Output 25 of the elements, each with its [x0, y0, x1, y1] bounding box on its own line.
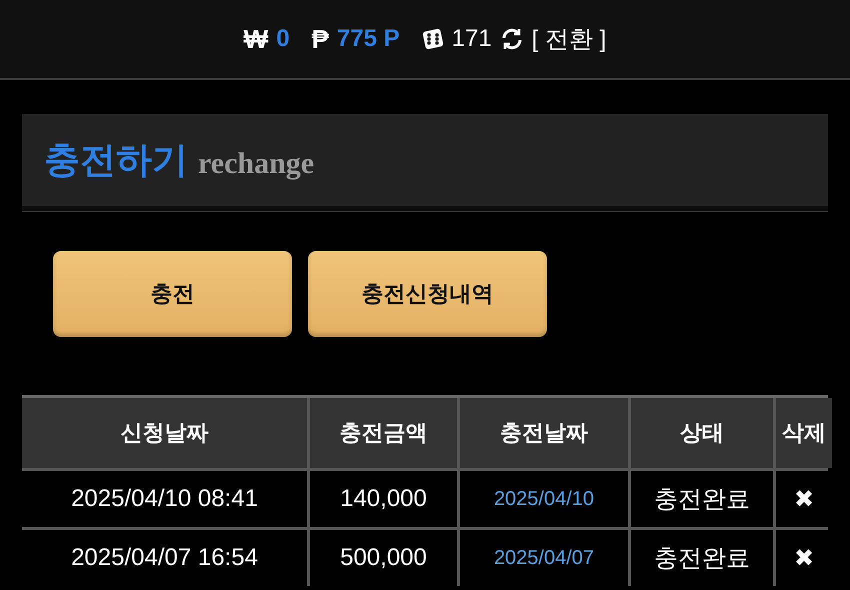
- column-header: 신청날짜: [22, 398, 307, 468]
- refresh-icon[interactable]: [500, 27, 524, 51]
- table-cell: 140,000: [310, 471, 457, 527]
- page-subtitle: rechange: [198, 147, 314, 181]
- won-balance: 0: [276, 25, 290, 53]
- table-cell: 500,000: [310, 530, 457, 586]
- won-symbol: ₩: [244, 24, 268, 54]
- switch-link[interactable]: [ 전환 ]: [532, 23, 606, 55]
- table-cell: 2025/04/07: [460, 530, 628, 586]
- column-header: 삭제: [776, 398, 832, 468]
- table-cell: 충전완료: [631, 471, 773, 527]
- dice-icon: [422, 28, 444, 50]
- column-header: 충전날짜: [460, 398, 628, 468]
- table-cell: 2025/04/07 16:54: [22, 530, 307, 586]
- table-cell: 충전완료: [631, 530, 773, 586]
- chip-count: 171: [452, 25, 492, 53]
- point-balance: 775 P: [336, 25, 400, 53]
- charge-button[interactable]: 충전: [53, 251, 292, 337]
- point-symbol: ₱: [312, 24, 329, 54]
- history-button[interactable]: 충전신청내역: [308, 251, 547, 337]
- column-header: 상태: [631, 398, 773, 468]
- page-title: 충전하기: [44, 138, 188, 182]
- table-cell: 2025/04/10: [460, 471, 628, 527]
- column-header: 충전금액: [310, 398, 457, 468]
- table-cell: 2025/04/10 08:41: [22, 471, 307, 527]
